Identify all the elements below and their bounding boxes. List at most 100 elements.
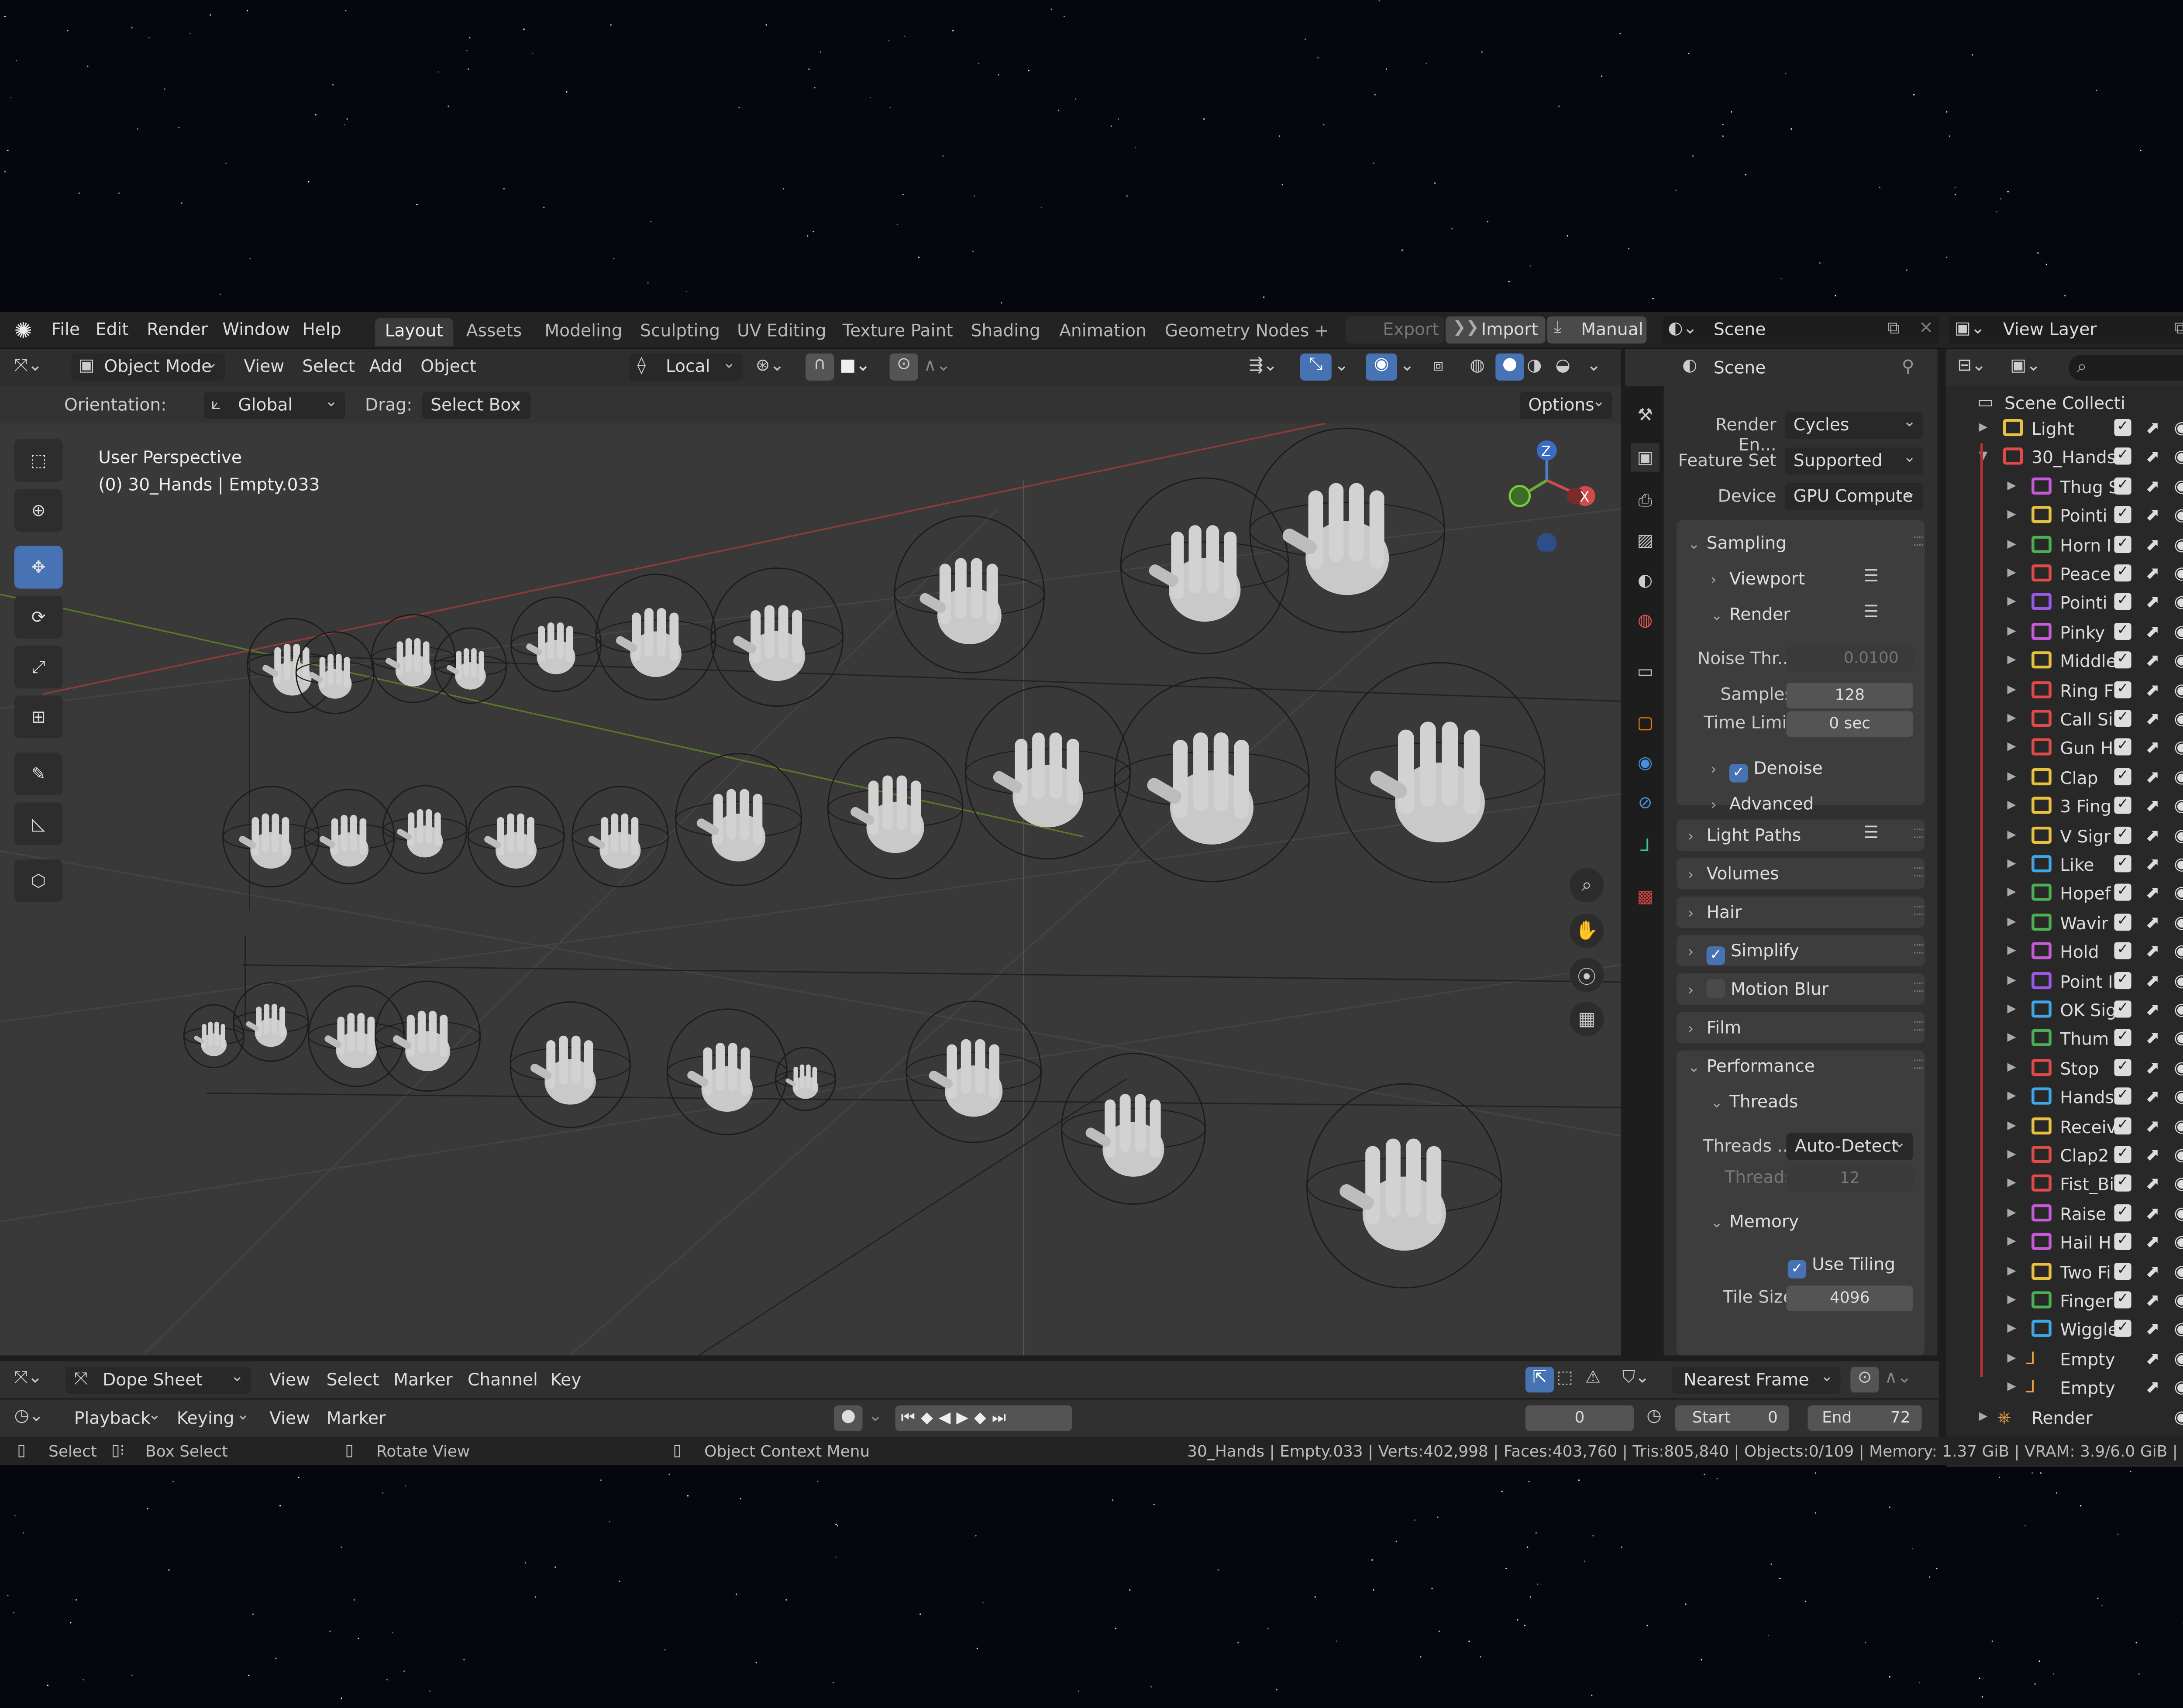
exclude-checkbox[interactable]: ✓ (2114, 739, 2131, 756)
visibility-eye-icon[interactable]: ◉ (2174, 476, 2183, 496)
rendered-shading-icon[interactable]: ◒ (1555, 355, 1570, 375)
preview-range-icon[interactable]: ◷ (1646, 1406, 1661, 1426)
selectable-arrow-icon[interactable]: ⬈ (2145, 1115, 2160, 1135)
expand-right-icon[interactable]: ▶ (2007, 1176, 2016, 1189)
proportional-icon[interactable]: ⊙ (1850, 1367, 1879, 1393)
exclude-checkbox[interactable]: ✓ (2114, 593, 2131, 611)
add-workspace-icon[interactable]: + (1305, 318, 1339, 346)
selectable-arrow-icon[interactable]: ⬈ (2145, 1319, 2160, 1339)
visibility-eye-icon[interactable]: ◉ (2174, 912, 2183, 932)
3d-viewport[interactable]: User Perspective (0) 30_Hands | Empty.03… (0, 423, 1621, 1356)
exclude-checkbox[interactable]: ✓ (2114, 797, 2131, 814)
select-box-tool[interactable]: ⬚ (14, 439, 63, 482)
expand-right-icon[interactable]: ▶ (2007, 537, 2016, 550)
world-tab-icon[interactable]: ◍ (1631, 606, 1660, 634)
show-overlays-icon[interactable]: ◉ (1366, 353, 1398, 381)
display-mode-icon[interactable]: ▣⌄ (2010, 355, 2041, 375)
view-layer-selector[interactable]: ▣⌄ View Layer ⧉ ✕ (1949, 316, 2183, 344)
expand-right-icon[interactable]: ▶ (2007, 915, 2016, 928)
sampling-header[interactable]: ⌄ Sampling (1688, 533, 1787, 553)
new-scene-icon[interactable]: ⧉ (1887, 318, 1900, 339)
exclude-checkbox[interactable]: ✓ (2114, 1117, 2131, 1134)
selectable-arrow-icon[interactable]: ⬈ (2145, 447, 2160, 467)
selectable-arrow-icon[interactable]: ⬈ (2145, 621, 2160, 641)
exclude-checkbox[interactable]: ✓ (2114, 1146, 2131, 1163)
outliner-row[interactable]: ▶⎈Render◉⊡ (1946, 1403, 2183, 1432)
tab-assets[interactable]: Assets (456, 318, 532, 346)
visibility-eye-icon[interactable]: ◉ (2174, 592, 2183, 612)
selectable-arrow-icon[interactable]: ⬈ (2145, 796, 2160, 816)
expand-right-icon[interactable]: ▶ (2007, 508, 2016, 520)
blender-logo-icon[interactable]: ✺ (14, 318, 32, 344)
drag-handle-icon[interactable]: ⁚⁚⁚⁚ (1913, 905, 1925, 919)
selectable-arrow-icon[interactable]: ⬈ (2145, 592, 2160, 612)
denoise-subpanel[interactable]: › ✓ Denoise (1711, 758, 1823, 783)
expand-right-icon[interactable]: ▶ (2007, 1089, 2016, 1102)
tab-shading[interactable]: Shading (961, 318, 1050, 346)
keying-menu[interactable]: Keying (168, 1404, 256, 1433)
menu-file[interactable]: File (52, 319, 80, 339)
selectable-arrow-icon[interactable]: ⬈ (2145, 1144, 2160, 1165)
visibility-eye-icon[interactable]: ◉ (2174, 1057, 2183, 1077)
expand-right-icon[interactable]: ▶ (2007, 1002, 2016, 1015)
drag-dropdown[interactable]: Select Box (422, 391, 530, 419)
simplify-checkbox[interactable]: ✓ (1706, 946, 1725, 965)
snap-target-icon[interactable]: ■⌄ (840, 355, 870, 375)
timeline-view-menu[interactable]: View (269, 1408, 310, 1428)
selectable-arrow-icon[interactable]: ⬈ (2145, 883, 2160, 903)
expand-right-icon[interactable]: ▶ (2007, 1322, 2016, 1334)
exclude-checkbox[interactable]: ✓ (2114, 768, 2131, 785)
presets-list-icon[interactable]: ☰ (1863, 822, 1879, 842)
visibility-eye-icon[interactable]: ◉ (2174, 737, 2183, 757)
view-layer-tab-icon[interactable]: ▨ (1631, 526, 1660, 554)
close-scene-icon[interactable]: ✕ (1919, 318, 1933, 338)
expand-right-icon[interactable]: ▶ (2007, 1031, 2016, 1044)
tab-uv-editing[interactable]: UV Editing (727, 318, 836, 346)
device-dropdown[interactable]: GPU Compute (1785, 482, 1923, 510)
visibility-eye-icon[interactable]: ◉ (2174, 1203, 2183, 1223)
show-gizmo-icon[interactable]: ⤡ (1300, 353, 1332, 381)
filter-icon[interactable]: ⛉⌄ (1622, 1367, 1649, 1388)
visibility-eye-icon[interactable]: ◉ (2174, 563, 2183, 583)
selectable-arrow-icon[interactable]: ⬈ (2145, 708, 2160, 729)
motion-blur-checkbox[interactable] (1706, 979, 1725, 998)
viewport-subpanel[interactable]: › Viewport (1711, 569, 1805, 589)
visibility-eye-icon[interactable]: ◉ (2174, 418, 2183, 438)
selectable-arrow-icon[interactable]: ⬈ (2145, 505, 2160, 525)
visibility-eye-icon[interactable]: ◉ (2174, 854, 2183, 874)
dope-channel-menu[interactable]: Channel (468, 1370, 538, 1390)
exclude-checkbox[interactable]: ✓ (2114, 826, 2131, 843)
menu-help[interactable]: Help (302, 319, 341, 339)
selectable-arrow-icon[interactable]: ⬈ (2145, 737, 2160, 757)
drag-handle-icon[interactable]: ⁚⁚⁚⁚ (1913, 1021, 1925, 1035)
object-menu[interactable]: Object (420, 356, 476, 376)
selectable-arrow-icon[interactable]: ⬈ (2145, 766, 2160, 787)
outliner-row[interactable]: ▶⅃Empty⬈◉⊡ (1946, 1374, 2183, 1402)
memory-subpanel[interactable]: ⌄ Memory (1711, 1212, 1799, 1232)
constraints-tab-icon[interactable]: ⊘ (1631, 788, 1660, 817)
object-visibility-icon[interactable]: ⇶⌄ (1249, 355, 1277, 375)
dope-sheet-mode-dropdown[interactable]: Dope Sheet (65, 1365, 251, 1394)
tab-modeling[interactable]: Modeling (534, 318, 632, 346)
expand-right-icon[interactable]: ▶ (2007, 711, 2016, 724)
exclude-checkbox[interactable]: ✓ (2114, 1029, 2131, 1047)
time-limit-field[interactable]: 0 sec (1786, 711, 1914, 737)
denoise-checkbox[interactable]: ✓ (1729, 764, 1748, 783)
current-frame-field[interactable]: 0 (1525, 1405, 1634, 1431)
expand-right-icon[interactable]: ▶ (2007, 944, 2016, 956)
exclude-checkbox[interactable]: ✓ (2114, 1291, 2131, 1309)
visibility-eye-icon[interactable]: ◉ (2174, 1261, 2183, 1281)
falloff-icon[interactable]: ∧⌄ (924, 355, 951, 375)
drag-handle-icon[interactable]: ⁚⁚⁚⁚ (1913, 944, 1925, 958)
exclude-checkbox[interactable]: ✓ (2114, 1175, 2131, 1193)
visibility-eye-icon[interactable]: ◉ (2174, 1290, 2183, 1310)
snap-icon[interactable]: ∩ (805, 353, 834, 381)
tool-tab-icon[interactable]: ⚒ (1631, 401, 1660, 429)
move-tool[interactable]: ✥ (14, 546, 63, 589)
visibility-eye-icon[interactable]: ◉ (2174, 1028, 2183, 1048)
wireframe-shading-icon[interactable]: ◍ (1470, 355, 1485, 375)
camera-view-icon[interactable]: ⦿ (1570, 958, 1604, 992)
exclude-checkbox[interactable]: ✓ (2114, 710, 2131, 727)
selectable-arrow-icon[interactable]: ⬈ (2145, 1086, 2160, 1107)
end-frame-field[interactable]: End 72 (1808, 1405, 1922, 1431)
